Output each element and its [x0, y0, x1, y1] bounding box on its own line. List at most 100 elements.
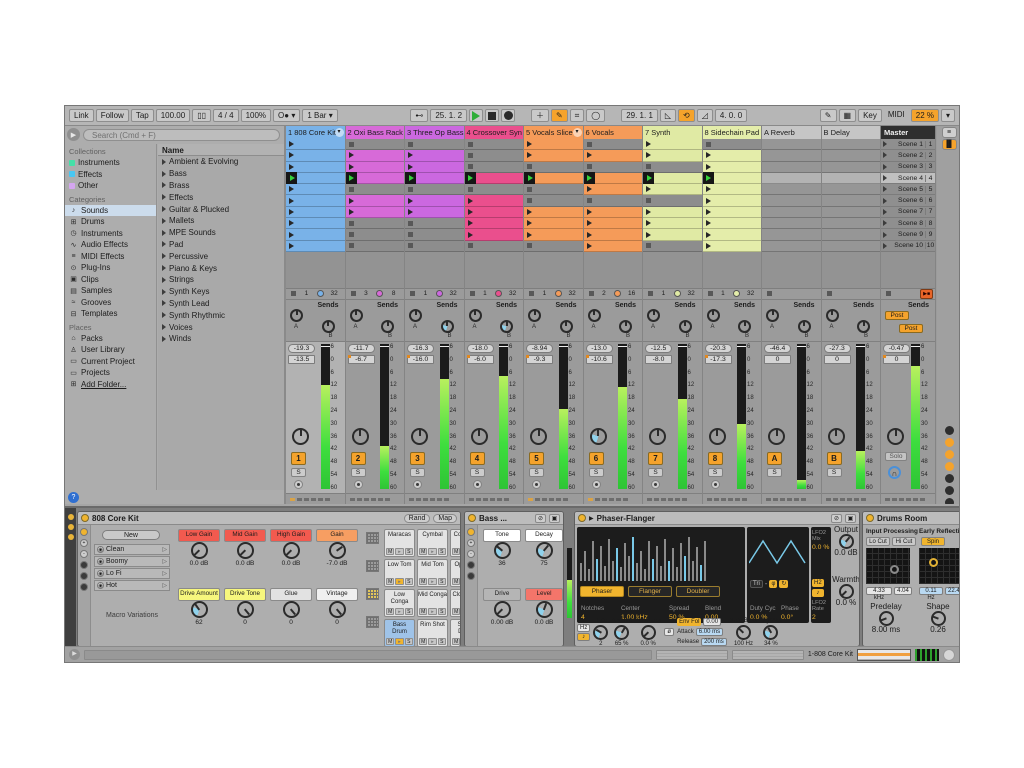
- follow-button[interactable]: Follow: [96, 109, 129, 122]
- clip-slot[interactable]: [405, 150, 464, 161]
- scene-row[interactable]: Scene 77: [881, 207, 935, 218]
- clip-slot[interactable]: [524, 150, 583, 161]
- clip-slot[interactable]: [584, 229, 643, 240]
- volume-value[interactable]: -27.3: [824, 344, 851, 353]
- browser-folder-row[interactable]: Ambient & Evolving: [158, 156, 284, 168]
- clip-slot[interactable]: [405, 162, 464, 173]
- clip-slot[interactable]: [822, 162, 881, 173]
- metronome-button[interactable]: ▯▯: [192, 109, 211, 122]
- playing-clip-button[interactable]: [524, 172, 535, 183]
- clip-slot[interactable]: [405, 207, 464, 218]
- drum-pad-mid-tom[interactable]: Mid TomM▸S: [417, 559, 448, 587]
- clip-slot[interactable]: [286, 229, 345, 240]
- solo-button[interactable]: S: [648, 468, 663, 477]
- punch-out-button[interactable]: ◿: [697, 109, 713, 122]
- clip-stop-all-button[interactable]: [767, 291, 772, 296]
- clip-slot[interactable]: [524, 139, 583, 150]
- clip-slot[interactable]: [703, 184, 762, 195]
- pan-knob[interactable]: [411, 428, 428, 445]
- feedback-knob[interactable]: Feedback0.0 %: [635, 618, 661, 647]
- time-signature-field[interactable]: 4 / 4: [213, 109, 239, 122]
- audio-to-value[interactable]: 32: [742, 290, 759, 297]
- clip-slot[interactable]: [524, 229, 583, 240]
- device-on-toggle[interactable]: [81, 514, 89, 522]
- macro-dial[interactable]: [237, 542, 254, 559]
- pan-knob[interactable]: [352, 428, 369, 445]
- pan-knob[interactable]: [709, 428, 726, 445]
- clip-slot[interactable]: [584, 241, 643, 252]
- clip-slot[interactable]: [703, 162, 762, 173]
- clip-slot[interactable]: [405, 184, 464, 195]
- clip-slot[interactable]: [524, 162, 583, 173]
- device-vertical-tab[interactable]: [65, 508, 76, 649]
- clip-slot[interactable]: [822, 195, 881, 206]
- macro-knob-high-gain[interactable]: High Gain0.0 dB: [270, 529, 312, 585]
- solo-button[interactable]: S: [351, 468, 366, 477]
- solo-button[interactable]: S: [708, 468, 723, 477]
- clip-slot[interactable]: [346, 229, 405, 240]
- clip-slot[interactable]: [346, 195, 405, 206]
- peak-value[interactable]: -17.3: [705, 355, 732, 364]
- clip-slot[interactable]: [584, 162, 643, 173]
- clip-slot[interactable]: [703, 207, 762, 218]
- toggle-dot[interactable]: [945, 426, 954, 435]
- collection-item[interactable]: Other: [65, 180, 156, 192]
- clip-slot[interactable]: [405, 139, 464, 150]
- browser-folder-row[interactable]: Winds: [158, 333, 284, 345]
- lfo2-mix-param[interactable]: LFO2 Mix0.0 %: [812, 530, 831, 551]
- clip-slot[interactable]: [703, 139, 762, 150]
- clip-slot[interactable]: [465, 150, 524, 161]
- clip-slot[interactable]: [643, 218, 702, 229]
- send-a-knob[interactable]: [290, 309, 303, 322]
- browser-folder-row[interactable]: MPE Sounds: [158, 227, 284, 239]
- macro-dial[interactable]: [283, 542, 300, 559]
- scene-row[interactable]: Scene 22: [881, 150, 935, 161]
- master-track-header[interactable]: Master: [881, 126, 935, 139]
- toggle-dot[interactable]: [945, 438, 954, 447]
- clip-slot[interactable]: [703, 229, 762, 240]
- track-header[interactable]: 7 Synth: [643, 126, 702, 139]
- clip-slot[interactable]: [822, 218, 881, 229]
- macro-knob-glue[interactable]: Glue0: [270, 588, 312, 644]
- drum-chain-row[interactable]: ◉Lo Fi▷: [94, 568, 170, 579]
- clip-slot[interactable]: [643, 184, 702, 195]
- pad-bank-selector[interactable]: [366, 532, 379, 544]
- volume-value[interactable]: -20.3: [705, 344, 732, 353]
- clip-slot[interactable]: [346, 162, 405, 173]
- solo-button[interactable]: S: [589, 468, 604, 477]
- clip-slot[interactable]: [405, 241, 464, 252]
- browser-folder-row[interactable]: Bass: [158, 168, 284, 180]
- clip-slot[interactable]: [524, 218, 583, 229]
- peak-value[interactable]: -6.7: [348, 355, 375, 364]
- clip-slot[interactable]: [405, 218, 464, 229]
- browser-folder-row[interactable]: Guitar & Plucked: [158, 203, 284, 215]
- track-activator[interactable]: 5: [529, 452, 544, 465]
- toggle-dot[interactable]: [945, 462, 954, 471]
- attack-field[interactable]: 6.00 ms: [696, 628, 723, 636]
- audio-to-value[interactable]: 16: [623, 290, 640, 297]
- link-button[interactable]: Link: [69, 109, 94, 122]
- clip-slot[interactable]: [286, 241, 345, 252]
- browser-folder-row[interactable]: Piano & Keys: [158, 262, 284, 274]
- pad-play-button[interactable]: ▸: [428, 638, 436, 645]
- pad-play-button[interactable]: ▸: [395, 548, 403, 555]
- clip-slot[interactable]: [643, 195, 702, 206]
- pad-solo-button[interactable]: S: [438, 578, 446, 585]
- macro-dial[interactable]: [283, 601, 300, 618]
- macro-knob-low-gain[interactable]: Low Gain0.0 dB: [178, 529, 220, 585]
- pan-knob[interactable]: [471, 428, 488, 445]
- track-header[interactable]: 8 Sidechain Pad: [703, 126, 762, 139]
- cpu-meter[interactable]: 22 %: [911, 109, 939, 122]
- audio-to-value[interactable]: 8: [385, 290, 402, 297]
- disk-overload-indicator[interactable]: ▾: [941, 109, 955, 122]
- lfo-shape-select[interactable]: Tri: [750, 580, 763, 588]
- drum-chain-row[interactable]: ◉Clean▷: [94, 544, 170, 555]
- audio-to-value[interactable]: 32: [564, 290, 581, 297]
- volume-value[interactable]: -8.94: [526, 344, 553, 353]
- macro-dial[interactable]: [237, 601, 254, 618]
- pad-play-button[interactable]: ▸: [428, 608, 436, 615]
- back-to-arrangement-button[interactable]: ▶■: [920, 289, 933, 299]
- clip-slot[interactable]: [286, 195, 345, 206]
- category-item-samples[interactable]: ▤Samples: [65, 285, 156, 297]
- clip-slot[interactable]: [584, 195, 643, 206]
